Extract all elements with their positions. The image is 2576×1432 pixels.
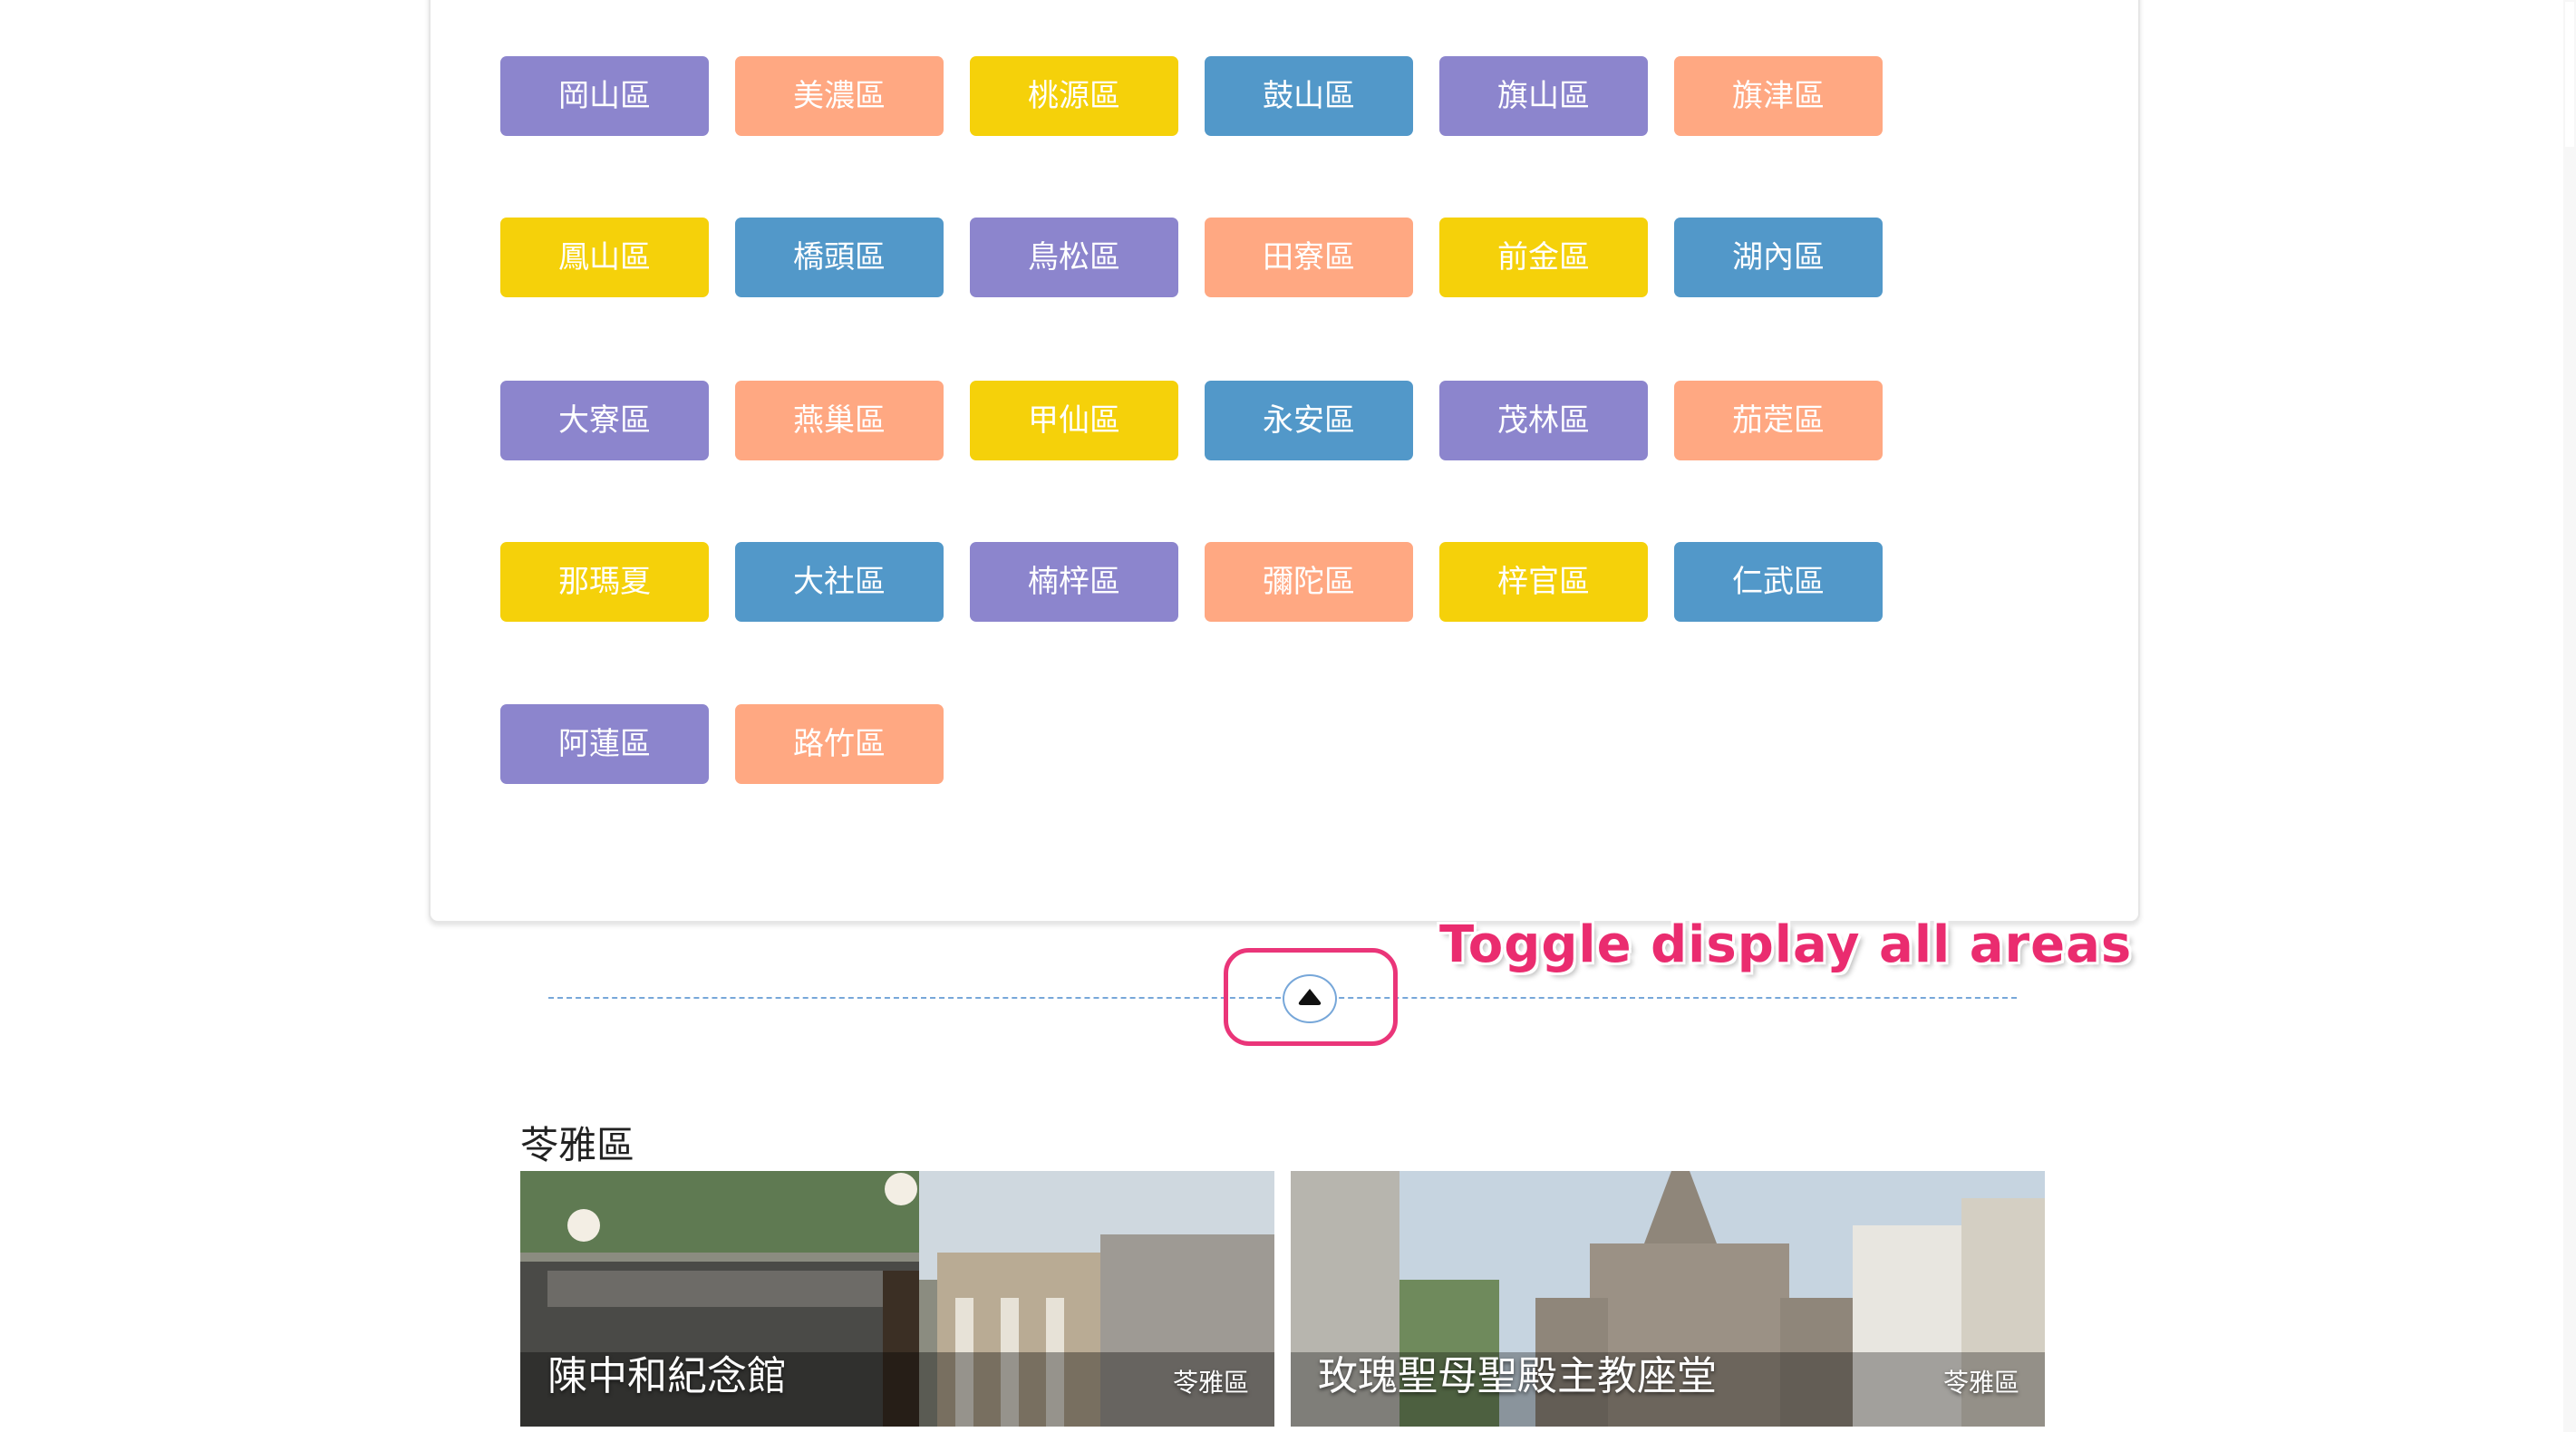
area-tag[interactable]: 燕巢區 <box>735 381 944 460</box>
area-tag[interactable]: 岡山區 <box>500 56 709 136</box>
area-tag[interactable]: 旗山區 <box>1439 56 1648 136</box>
area-tag[interactable]: 橋頭區 <box>735 218 944 297</box>
scrollbar-thumb[interactable] <box>2565 2 2574 147</box>
area-tag[interactable]: 美濃區 <box>735 56 944 136</box>
area-tag[interactable]: 大社區 <box>735 542 944 622</box>
area-tag[interactable]: 鳥松區 <box>970 218 1178 297</box>
toggle-annotation: Toggle display all areas <box>1439 915 2133 974</box>
section-title: 苓雅區 <box>520 1123 635 1167</box>
area-list-card: 岡山區 美濃區 桃源區 鼓山區 旗山區 旗津區 鳳山區 橋頭區 鳥松區 田寮區 … <box>429 0 2140 923</box>
area-tag[interactable]: 那瑪夏 <box>500 542 709 622</box>
scrollbar[interactable] <box>2563 0 2576 1432</box>
spot-area: 苓雅區 <box>1942 1368 2019 1398</box>
spot-name: 陳中和紀念館 <box>547 1353 787 1399</box>
area-tag[interactable]: 甲仙區 <box>970 381 1178 460</box>
toggle-highlight-box <box>1224 948 1398 1046</box>
area-tag[interactable]: 大寮區 <box>500 381 709 460</box>
area-tag[interactable]: 路竹區 <box>735 704 944 784</box>
spot-card[interactable]: 玫瑰聖母聖殿主教座堂 苓雅區 <box>1291 1171 2045 1427</box>
area-tag[interactable]: 茄萣區 <box>1674 381 1883 460</box>
area-tag[interactable]: 田寮區 <box>1205 218 1413 297</box>
area-tag[interactable]: 仁武區 <box>1674 542 1883 622</box>
area-tag[interactable]: 前金區 <box>1439 218 1648 297</box>
area-tag[interactable]: 阿蓮區 <box>500 704 709 784</box>
area-tag[interactable]: 鼓山區 <box>1205 56 1413 136</box>
area-tag[interactable]: 湖內區 <box>1674 218 1883 297</box>
area-tag[interactable]: 梓官區 <box>1439 542 1648 622</box>
spot-name: 玫瑰聖母聖殿主教座堂 <box>1318 1353 1717 1399</box>
spot-area: 苓雅區 <box>1172 1368 1249 1398</box>
area-tag[interactable]: 楠梓區 <box>970 542 1178 622</box>
spot-card[interactable]: 陳中和紀念館 苓雅區 <box>520 1171 1274 1427</box>
area-tag[interactable]: 桃源區 <box>970 56 1178 136</box>
area-tag[interactable]: 旗津區 <box>1674 56 1883 136</box>
area-tag[interactable]: 彌陀區 <box>1205 542 1413 622</box>
area-tag[interactable]: 茂林區 <box>1439 381 1648 460</box>
area-tag[interactable]: 鳳山區 <box>500 218 709 297</box>
area-tag[interactable]: 永安區 <box>1205 381 1413 460</box>
